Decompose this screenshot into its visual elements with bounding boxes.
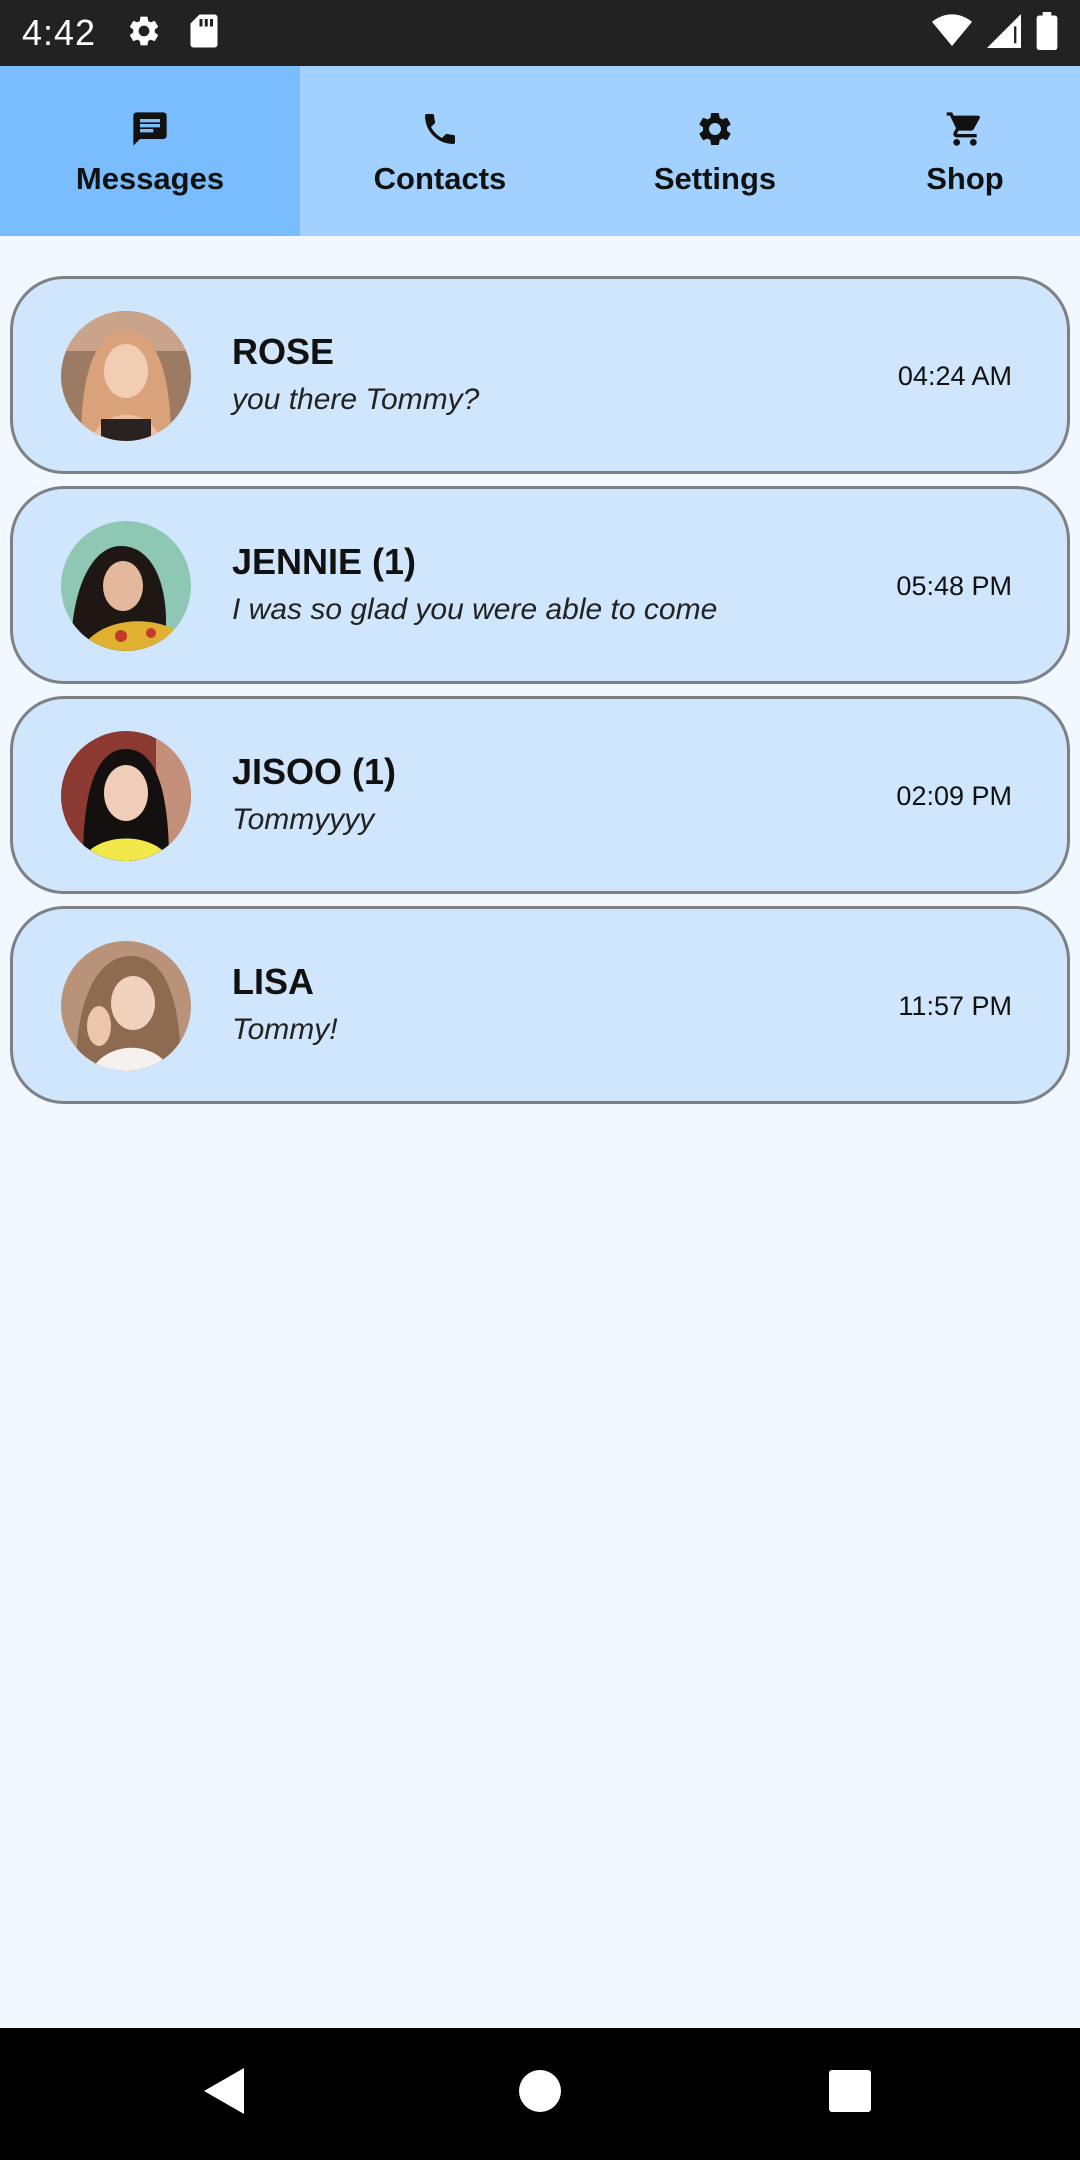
tab-label: Messages	[75, 161, 225, 196]
message-preview: Tommy!	[232, 1013, 338, 1046]
message-time: 02:09 PM	[896, 781, 1012, 811]
tab-messages[interactable]: Messages	[0, 66, 300, 236]
message-preview: you there Tommy?	[232, 383, 480, 416]
tab-label: Contacts	[373, 161, 507, 196]
chat-icon	[130, 105, 170, 153]
contact-name: JISOO (1)	[232, 751, 397, 792]
avatar	[61, 311, 191, 441]
conversation-item[interactable]: JENNIE (1) I was so glad you were able t…	[10, 486, 1070, 684]
back-icon[interactable]	[202, 2066, 246, 2121]
message-time: 11:57 PM	[898, 991, 1012, 1021]
conversation-item[interactable]: JISOO (1) Tommyyyy 02:09 PM	[10, 696, 1070, 894]
sd-card-icon	[188, 13, 220, 54]
message-time: 05:48 PM	[896, 571, 1012, 601]
avatar	[61, 731, 191, 861]
recents-icon[interactable]	[828, 2066, 872, 2121]
phone-icon	[420, 105, 460, 153]
tab-bar: Messages Contacts Settings Shop	[0, 66, 1080, 236]
conversation-item[interactable]: LISA Tommy! 11:57 PM	[10, 906, 1070, 1104]
signal-icon	[986, 13, 1022, 53]
tab-contacts[interactable]: Contacts	[300, 66, 580, 236]
gear-icon	[126, 13, 162, 54]
avatar	[61, 941, 191, 1071]
message-time: 04:24 AM	[897, 361, 1012, 391]
cart-icon	[945, 105, 985, 153]
battery-icon	[1036, 11, 1058, 55]
status-bar: 4:42	[0, 0, 1080, 66]
avatar	[61, 521, 191, 651]
status-time: 4:42	[22, 12, 97, 53]
tab-label: Shop	[926, 161, 1004, 196]
tab-settings[interactable]: Settings	[580, 66, 850, 236]
message-preview: Tommyyyy	[232, 803, 375, 836]
tab-shop[interactable]: Shop	[850, 66, 1080, 236]
contact-name: LISA	[232, 961, 315, 1002]
contact-name: JENNIE (1)	[232, 541, 417, 582]
message-preview: I was so glad you were able to come	[232, 593, 718, 626]
wifi-icon	[932, 13, 972, 53]
conversation-item[interactable]: ROSE you there Tommy? 04:24 AM	[10, 276, 1070, 474]
tab-label: Settings	[653, 161, 777, 196]
contact-name: ROSE	[232, 331, 335, 372]
navigation-bar	[0, 2028, 1080, 2160]
conversation-list: ROSE you there Tommy? 04:24 AM JENNIE (1…	[10, 276, 1070, 1116]
gear-icon	[695, 105, 735, 153]
home-icon[interactable]	[518, 2066, 562, 2121]
